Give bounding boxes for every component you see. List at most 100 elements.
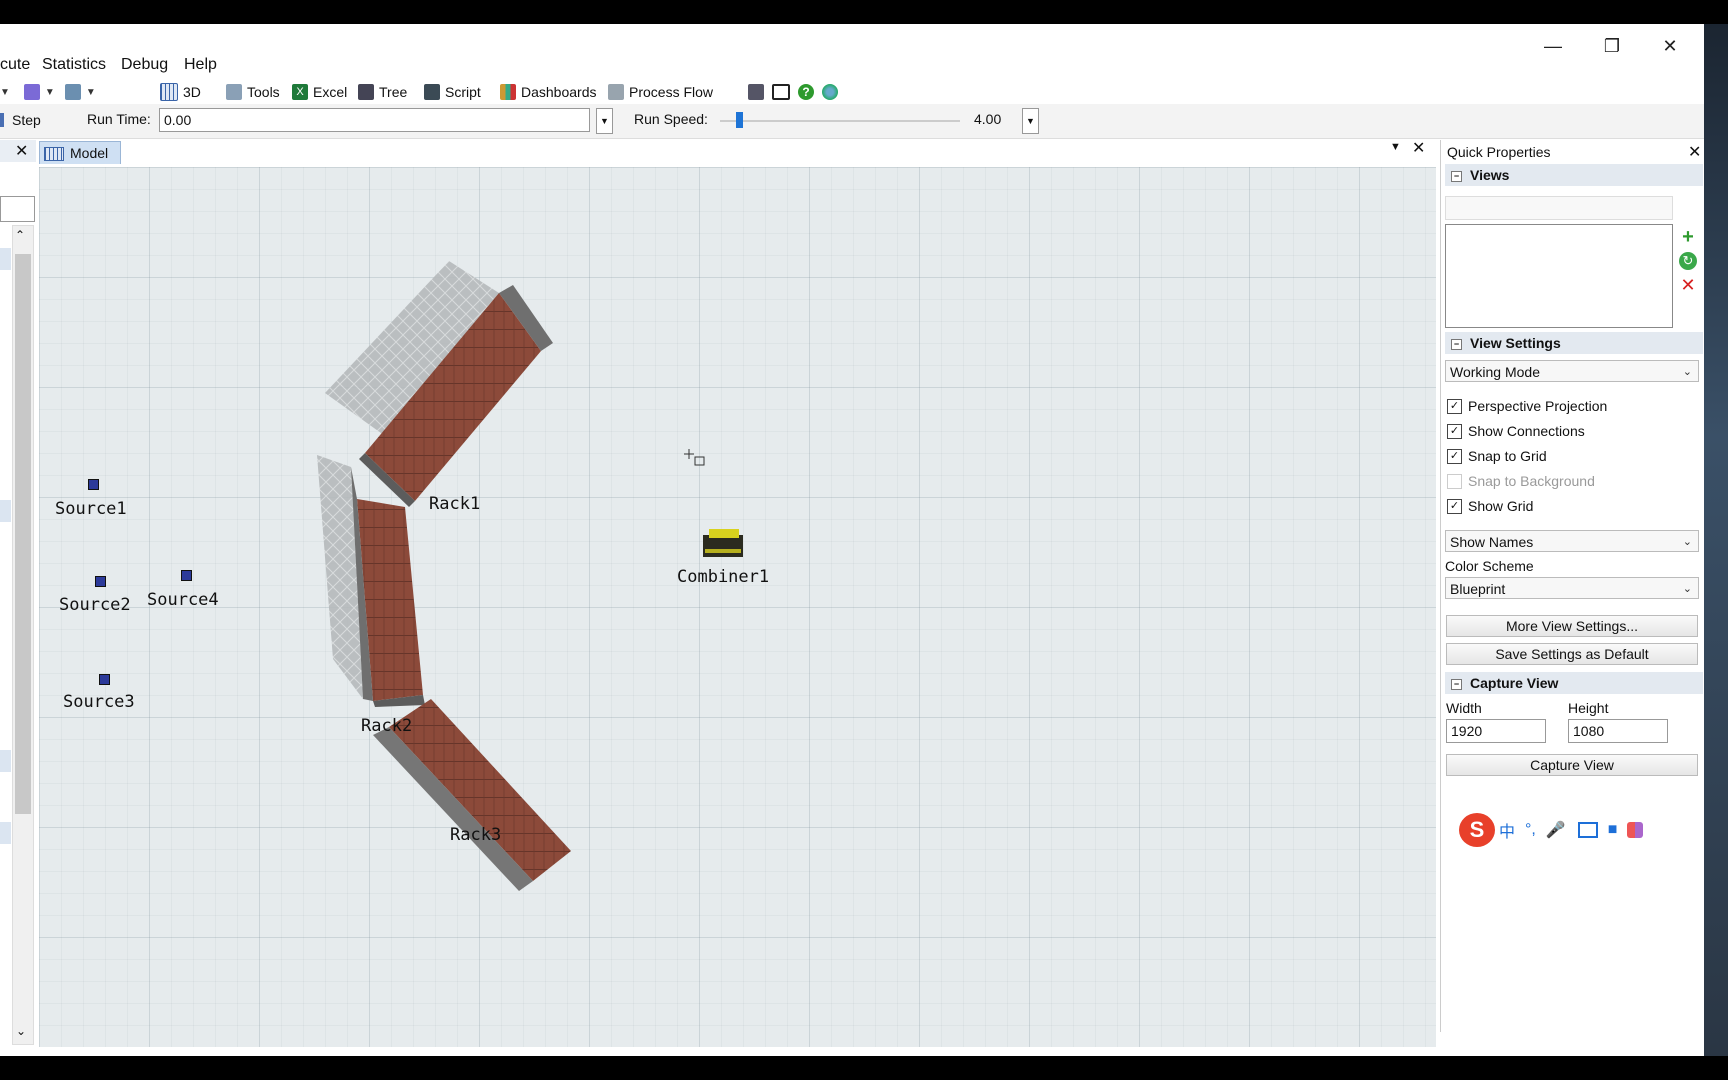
left-list-item[interactable] (0, 822, 11, 844)
source4-shape[interactable] (181, 570, 192, 581)
left-list-item[interactable] (0, 248, 11, 270)
views-section-header[interactable]: − Views (1445, 164, 1703, 186)
model-close-icon[interactable]: ✕ (1412, 138, 1425, 158)
scroll-thumb[interactable] (15, 254, 31, 814)
chevron-down-icon: ⌄ (1682, 536, 1692, 548)
show-names-dropdown[interactable]: Show Names ⌄ (1445, 530, 1699, 552)
capture-view-section-header[interactable]: − Capture View (1445, 672, 1703, 694)
left-list-item[interactable] (0, 750, 11, 772)
left-panel-close-icon[interactable]: ✕ (15, 141, 28, 161)
source2-shape[interactable] (95, 576, 106, 587)
combiner1-shape[interactable] (703, 529, 743, 557)
rack1-shape[interactable] (325, 261, 553, 507)
toolbar-3d-button[interactable]: 3D (160, 80, 201, 104)
view-settings-icon[interactable] (64, 84, 81, 100)
tab-model[interactable]: Model (39, 141, 121, 164)
quick-properties-close-icon[interactable]: ✕ (1688, 142, 1701, 162)
height-input[interactable]: 1080 (1568, 719, 1668, 743)
checkbox-checked-icon[interactable]: ✓ (1447, 423, 1462, 439)
perspective-projection-checkbox[interactable]: ✓ Perspective Projection (1447, 398, 1607, 414)
microphone-icon[interactable]: 🎤 (1546, 820, 1566, 840)
toolbar-excel-label: Excel (313, 84, 348, 100)
menu-help[interactable]: Help (184, 56, 217, 74)
toolbar-icons-left[interactable]: ▼ ▼ ▼ (0, 80, 96, 104)
run-speed-label: Run Speed: (634, 111, 708, 127)
tools-icon (226, 84, 242, 100)
run-speed-value: 4.00 (974, 111, 1002, 127)
collapse-icon: − (1451, 338, 1462, 350)
checkbox-checked-icon[interactable]: ✓ (1447, 398, 1462, 414)
save-settings-default-button[interactable]: Save Settings as Default (1446, 643, 1698, 665)
menu-execute[interactable]: cute (0, 56, 30, 74)
quick-properties-panel: Quick Properties ✕ − Views + ↻ ✕ − View Se… (1440, 140, 1705, 1032)
color-scheme-dropdown[interactable]: Blueprint ⌄ (1445, 577, 1699, 599)
working-mode-dropdown[interactable]: Working Mode ⌄ (1445, 360, 1699, 382)
move-cursor-icon (684, 449, 705, 466)
width-input[interactable]: 1920 (1446, 719, 1546, 743)
sogou-logo-icon[interactable]: S (1459, 813, 1495, 847)
chevron-down-icon: ⌄ (1682, 583, 1692, 595)
left-panel-search-input[interactable] (0, 196, 35, 222)
menu-statistics[interactable]: Statistics (42, 56, 106, 74)
color-square-icon[interactable] (23, 84, 40, 100)
run-time-label: Run Time: (87, 111, 151, 127)
toolbar-dashboards-label: Dashboards (521, 84, 597, 100)
scroll-down-icon[interactable]: ⌄ (16, 1024, 26, 1038)
perspective-projection-label: Perspective Projection (1468, 398, 1608, 414)
run-speed-slider-handle[interactable] (736, 112, 743, 128)
ime-punctuation[interactable]: °, (1525, 821, 1536, 839)
show-connections-checkbox[interactable]: ✓ Show Connections (1447, 423, 1585, 439)
source3-shape[interactable] (99, 674, 110, 685)
help-icon[interactable]: ? (798, 84, 814, 100)
toolbar-dashboards-button[interactable]: Dashboards (500, 80, 597, 104)
more-view-settings-button[interactable]: More View Settings... (1446, 615, 1698, 637)
views-list[interactable] (1445, 224, 1673, 328)
ime-chinese-mode[interactable]: 中 (1499, 818, 1515, 842)
toolbar-process-flow-button[interactable]: Process Flow (608, 80, 713, 104)
show-grid-label: Show Grid (1468, 498, 1534, 514)
source1-shape[interactable] (88, 479, 99, 490)
keyboard-icon[interactable] (1577, 822, 1598, 838)
run-time-dropdown[interactable]: ▼ (596, 108, 613, 134)
view-settings-section-header[interactable]: − View Settings (1445, 332, 1703, 354)
process-flow-icon (608, 84, 624, 100)
script-icon (424, 84, 440, 100)
menu-debug[interactable]: Debug (121, 56, 168, 74)
toolbar-excel-button[interactable]: X Excel (292, 80, 347, 104)
model-tab-menu-icon[interactable]: ▼ (1390, 141, 1401, 153)
globe-icon[interactable] (822, 84, 838, 100)
left-list-item[interactable] (0, 500, 11, 522)
add-view-icon[interactable]: + (1679, 227, 1697, 247)
toolbox-icon[interactable] (1627, 822, 1644, 838)
show-names-value: Show Names (1450, 534, 1534, 550)
snap-to-grid-checkbox[interactable]: ✓ Snap to Grid (1447, 448, 1547, 464)
run-time-field[interactable]: 0.00 (159, 108, 590, 132)
skin-shirt-icon[interactable]: ■ (1608, 821, 1618, 839)
views-section-title: Views (1470, 167, 1510, 183)
color-scheme-label: Color Scheme (1445, 558, 1534, 574)
capture-view-button[interactable]: Capture View (1446, 754, 1698, 776)
minimize-button[interactable]: — (1531, 34, 1575, 58)
tree-icon (358, 84, 374, 100)
toolbar-tree-button[interactable]: Tree (358, 80, 407, 104)
show-grid-checkbox[interactable]: ✓ Show Grid (1447, 498, 1533, 514)
scroll-up-icon[interactable]: ⌃ (15, 228, 25, 242)
run-speed-dropdown[interactable]: ▼ (1022, 108, 1039, 134)
step-button[interactable]: Step (12, 112, 41, 128)
toolbar-script-button[interactable]: Script (424, 80, 481, 104)
layout-icon[interactable] (748, 84, 764, 100)
delete-view-icon[interactable]: ✕ (1679, 276, 1697, 294)
model-3d-view[interactable]: Rack1 Rack2 Rack3 Source1 Source2 Source… (39, 167, 1436, 1047)
restore-button[interactable]: ❐ (1590, 34, 1634, 58)
toolbar-tools-button[interactable]: Tools (226, 80, 280, 104)
checkbox-checked-icon[interactable]: ✓ (1447, 448, 1462, 464)
left-panel-header: ✕ (0, 140, 36, 162)
left-panel-scrollbar[interactable]: ⌃ ⌄ (12, 225, 34, 1045)
refresh-view-icon[interactable]: ↻ (1679, 252, 1697, 270)
view-name-input[interactable] (1445, 196, 1673, 220)
close-window-button[interactable]: ✕ (1648, 34, 1692, 58)
window-icon[interactable] (772, 84, 790, 100)
ime-toolbar[interactable]: S 中 °, 🎤 ■ (1459, 812, 1685, 848)
checkbox-checked-icon[interactable]: ✓ (1447, 498, 1462, 514)
checkbox-unchecked-icon (1447, 473, 1462, 489)
